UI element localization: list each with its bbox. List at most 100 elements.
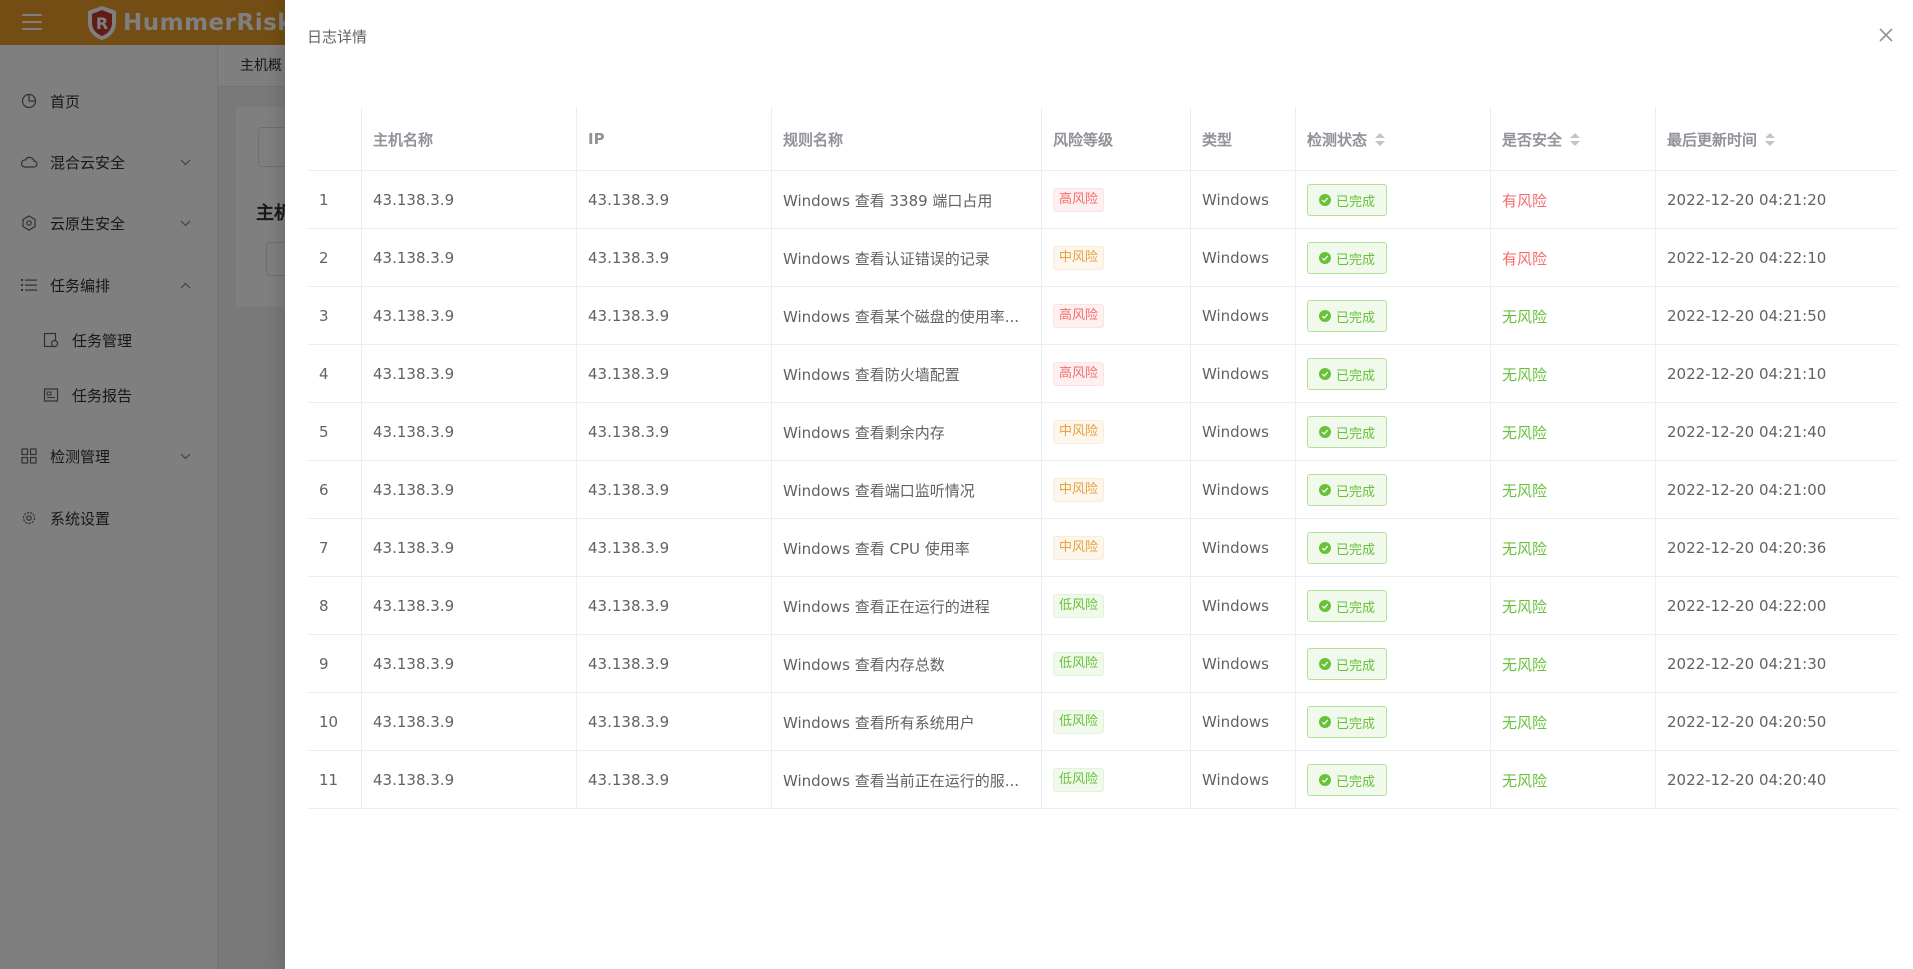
status-completed-button[interactable]: 已完成 (1307, 184, 1388, 216)
risk-level-tag: 中风险 (1053, 246, 1105, 270)
host-name: 43.138.3.9 (373, 365, 455, 383)
table-cell: 2022-12-20 04:22:00 (1655, 577, 1898, 635)
table-cell: Windows (1190, 635, 1295, 693)
host-name: 43.138.3.9 (373, 307, 455, 325)
table-row[interactable]: 3 43.138.3.9 43.138.3.9 Windows 查看某个磁盘的使用率.… (307, 287, 1898, 345)
close-icon[interactable] (1875, 24, 1897, 46)
type-value: Windows (1202, 249, 1269, 267)
last-update-time: 2022-12-20 04:21:10 (1667, 365, 1827, 383)
table-cell: 7 (307, 519, 361, 577)
table-row[interactable]: 4 43.138.3.9 43.138.3.9 Windows 查看防火墙配置 高风险 W… (307, 345, 1898, 403)
table-cell: 有风险 (1490, 229, 1655, 287)
log-detail-drawer: 日志详情 主机名称 IP 规则名称 风险等级 类型 检测状态 是否安全 最后更新… (285, 0, 1913, 969)
rule-name: Windows 查看防火墙配置 (783, 365, 960, 384)
status-completed-button[interactable]: 已完成 (1307, 474, 1388, 506)
table-cell: 低风险 (1041, 635, 1190, 693)
last-update-time: 2022-12-20 04:20:36 (1667, 539, 1827, 557)
table-cell: 43.138.3.9 (576, 287, 771, 345)
ip-address: 43.138.3.9 (588, 365, 670, 383)
is-safe-value: 有风险 (1502, 249, 1548, 268)
sort-icon[interactable] (1570, 132, 1581, 146)
rule-name: Windows 查看认证错误的记录 (783, 249, 990, 268)
status-label: 已完成 (1336, 774, 1376, 790)
table-cell: 43.138.3.9 (576, 635, 771, 693)
last-update-time: 2022-12-20 04:20:40 (1667, 771, 1827, 789)
last-update-time: 2022-12-20 04:21:30 (1667, 655, 1827, 673)
type-value: Windows (1202, 423, 1269, 441)
status-completed-button[interactable]: 已完成 (1307, 764, 1388, 796)
rule-name: Windows 查看内存总数 (783, 655, 945, 674)
status-completed-button[interactable]: 已完成 (1307, 358, 1388, 390)
table-cell: 无风险 (1490, 287, 1655, 345)
table-cell: Windows 查看端口监听情况 (771, 461, 1041, 519)
risk-level-tag: 低风险 (1053, 710, 1105, 734)
table-cell: Windows 查看 CPU 使用率 (771, 519, 1041, 577)
host-name: 43.138.3.9 (373, 481, 455, 499)
is-safe-value: 无风险 (1502, 771, 1548, 790)
last-update-time: 2022-12-20 04:21:20 (1667, 191, 1827, 209)
table-row[interactable]: 8 43.138.3.9 43.138.3.9 Windows 查看正在运行的进程 低风… (307, 577, 1898, 635)
col-last-update[interactable]: 最后更新时间 (1655, 107, 1898, 171)
status-completed-button[interactable]: 已完成 (1307, 590, 1388, 622)
table-cell: 43.138.3.9 (361, 287, 576, 345)
table-cell: Windows (1190, 751, 1295, 809)
table-cell: 已完成 (1295, 635, 1490, 693)
sort-icon[interactable] (1765, 132, 1776, 146)
ip-address: 43.138.3.9 (588, 771, 670, 789)
check-circle-icon (1319, 368, 1331, 380)
status-completed-button[interactable]: 已完成 (1307, 532, 1388, 564)
col-host-name: 主机名称 (361, 107, 576, 171)
table-row[interactable]: 10 43.138.3.9 43.138.3.9 Windows 查看所有系统用户 低风… (307, 693, 1898, 751)
is-safe-value: 有风险 (1502, 191, 1548, 210)
table-cell: 2022-12-20 04:21:20 (1655, 171, 1898, 229)
status-completed-button[interactable]: 已完成 (1307, 416, 1388, 448)
table-cell: 中风险 (1041, 403, 1190, 461)
table-row[interactable]: 5 43.138.3.9 43.138.3.9 Windows 查看剩余内存 中风险 Wi… (307, 403, 1898, 461)
table-row[interactable]: 2 43.138.3.9 43.138.3.9 Windows 查看认证错误的记录 中风… (307, 229, 1898, 287)
table-cell: 已完成 (1295, 751, 1490, 809)
table-row[interactable]: 1 43.138.3.9 43.138.3.9 Windows 查看 3389 端口占… (307, 171, 1898, 229)
ip-address: 43.138.3.9 (588, 249, 670, 267)
host-name: 43.138.3.9 (373, 655, 455, 673)
table-cell: Windows 查看 3389 端口占用 (771, 171, 1041, 229)
table-cell: 43.138.3.9 (576, 751, 771, 809)
table-cell: 高风险 (1041, 287, 1190, 345)
status-completed-button[interactable]: 已完成 (1307, 706, 1388, 738)
col-detection-status[interactable]: 检测状态 (1295, 107, 1490, 171)
row-index: 4 (319, 365, 329, 383)
table-cell: 43.138.3.9 (576, 693, 771, 751)
table-cell: 43.138.3.9 (576, 171, 771, 229)
status-completed-button[interactable]: 已完成 (1307, 648, 1388, 680)
host-name: 43.138.3.9 (373, 249, 455, 267)
status-label: 已完成 (1336, 252, 1376, 268)
is-safe-value: 无风险 (1502, 423, 1548, 442)
ip-address: 43.138.3.9 (588, 597, 670, 615)
table-cell: Windows (1190, 519, 1295, 577)
type-value: Windows (1202, 655, 1269, 673)
table-cell: 2022-12-20 04:21:00 (1655, 461, 1898, 519)
is-safe-value: 无风险 (1502, 365, 1548, 384)
table-row[interactable]: 6 43.138.3.9 43.138.3.9 Windows 查看端口监听情况 中风险… (307, 461, 1898, 519)
table-cell: 已完成 (1295, 171, 1490, 229)
table-cell: Windows 查看内存总数 (771, 635, 1041, 693)
col-type: 类型 (1190, 107, 1295, 171)
row-index: 8 (319, 597, 329, 615)
table-cell: Windows (1190, 345, 1295, 403)
table-cell: 1 (307, 171, 361, 229)
table-cell: 已完成 (1295, 287, 1490, 345)
status-completed-button[interactable]: 已完成 (1307, 300, 1388, 332)
table-row[interactable]: 7 43.138.3.9 43.138.3.9 Windows 查看 CPU 使用率 中… (307, 519, 1898, 577)
table-cell: 43.138.3.9 (361, 229, 576, 287)
status-label: 已完成 (1336, 658, 1376, 674)
table-cell: 43.138.3.9 (361, 519, 576, 577)
col-risk-level: 风险等级 (1041, 107, 1190, 171)
col-ip: IP (576, 107, 771, 171)
rule-name: Windows 查看当前正在运行的服... (783, 771, 1020, 790)
check-circle-icon (1319, 310, 1331, 322)
status-completed-button[interactable]: 已完成 (1307, 242, 1388, 274)
table-row[interactable]: 11 43.138.3.9 43.138.3.9 Windows 查看当前正在运行的服… (307, 751, 1898, 809)
check-circle-icon (1319, 484, 1331, 496)
sort-icon[interactable] (1375, 132, 1386, 146)
col-is-safe[interactable]: 是否安全 (1490, 107, 1655, 171)
table-row[interactable]: 9 43.138.3.9 43.138.3.9 Windows 查看内存总数 低风险 Wi… (307, 635, 1898, 693)
